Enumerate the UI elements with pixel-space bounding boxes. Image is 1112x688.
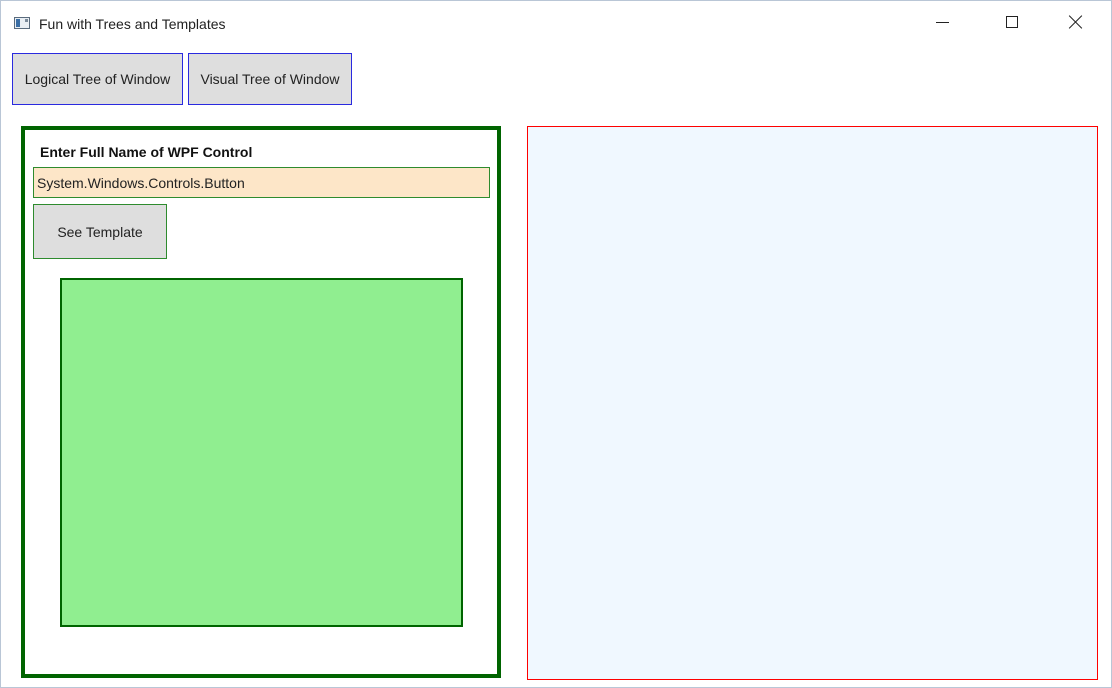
control-name-input[interactable] xyxy=(33,167,490,198)
minimize-button[interactable] xyxy=(919,1,965,43)
close-icon xyxy=(1069,15,1083,29)
maximize-icon xyxy=(1006,16,1018,28)
template-panel: Enter Full Name of WPF Control See Templ… xyxy=(21,126,501,678)
visual-tree-button[interactable]: Visual Tree of Window xyxy=(188,53,352,105)
see-template-button[interactable]: See Template xyxy=(33,204,167,259)
title-bar[interactable]: Fun with Trees and Templates xyxy=(1,1,1111,43)
app-window-icon xyxy=(14,17,30,29)
main-window: Fun with Trees and Templates Logical Tre… xyxy=(0,0,1112,688)
maximize-button[interactable] xyxy=(989,1,1035,43)
logical-tree-button[interactable]: Logical Tree of Window xyxy=(12,53,183,105)
tree-output-panel[interactable] xyxy=(527,126,1098,680)
window-title: Fun with Trees and Templates xyxy=(39,16,226,32)
control-name-label: Enter Full Name of WPF Control xyxy=(40,144,253,160)
minimize-icon xyxy=(935,21,949,23)
close-button[interactable] xyxy=(1053,1,1099,43)
control-preview-area xyxy=(60,278,463,627)
